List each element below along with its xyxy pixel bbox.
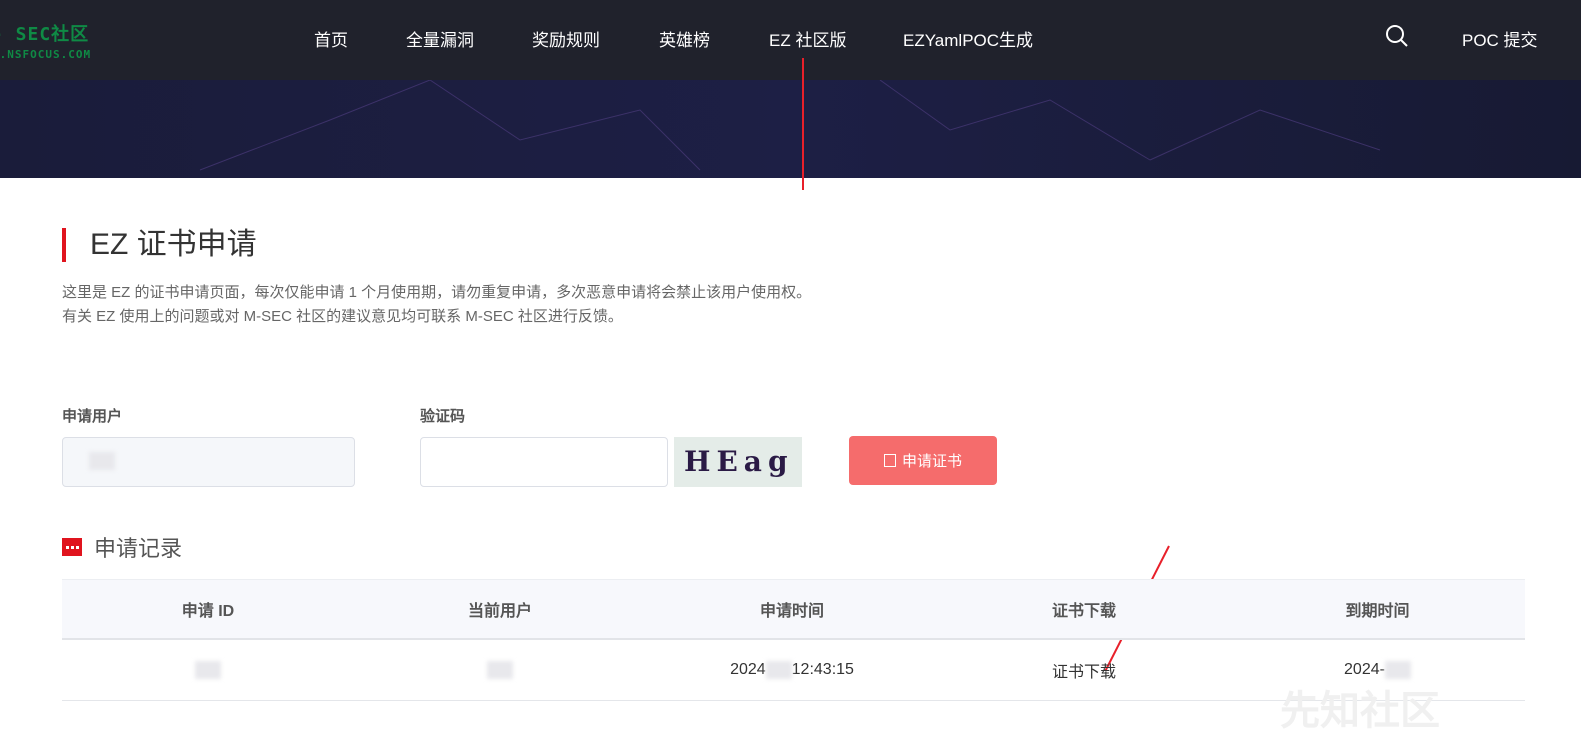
cell-user	[354, 660, 646, 679]
top-nav-bar: - SEC社区 C.NSFOCUS.COM 首页 全量漏洞 奖励规则 英雄榜 E…	[0, 0, 1581, 80]
page-description-2: 有关 EZ 使用上的问题或对 M-SEC 社区的建议意见均可联系 M-SEC 社…	[62, 308, 623, 325]
user-label: 申请用户	[62, 408, 123, 425]
banner	[0, 80, 1581, 178]
apply-certificate-button[interactable]: 申请证书	[849, 436, 997, 485]
col-expire: 到期时间	[1345, 603, 1410, 620]
nav-all-vulns[interactable]: 全量漏洞	[406, 26, 474, 51]
logo[interactable]: - SEC社区 C.NSFOCUS.COM	[0, 20, 91, 61]
cell-expire: 2024-	[1230, 660, 1525, 679]
search-icon[interactable]	[1385, 24, 1409, 48]
col-time: 申请时间	[759, 603, 824, 620]
table-header: 申请 ID 当前用户 申请时间 证书下载 到期时间	[62, 579, 1525, 640]
nav-home[interactable]: 首页	[314, 26, 348, 51]
watermark: 先知社区	[1280, 689, 1440, 733]
nav-ez-community[interactable]: EZ 社区版	[769, 26, 846, 51]
col-user: 当前用户	[467, 603, 532, 620]
certificate-download-link[interactable]: 证书下载	[938, 658, 1230, 682]
captcha-label: 验证码	[420, 408, 466, 425]
captcha-input[interactable]	[420, 437, 668, 487]
checkbox-icon	[883, 454, 896, 467]
nav-leaderboard[interactable]: 英雄榜	[659, 26, 710, 51]
captcha-image[interactable]: HEag	[674, 437, 802, 487]
poc-submit-link[interactable]: POC 提交	[1462, 26, 1538, 51]
annotation-arrow	[802, 58, 804, 190]
cell-id	[62, 660, 354, 679]
records-heading: 申请记录	[62, 531, 182, 563]
network-decoration	[199, 80, 1381, 171]
nav-ezyaml-poc[interactable]: EZYamlPOC生成	[903, 26, 1033, 51]
col-id: 申请 ID	[181, 603, 235, 620]
cell-time: 2024 12:43:15	[730, 660, 854, 679]
page-title: EZ 证书申请	[62, 228, 257, 262]
user-field	[62, 437, 355, 487]
page-description: 这里是 EZ 的证书申请页面，每次仅能申请 1 个月使用期，请勿重复申请，多次恶…	[62, 284, 812, 301]
col-download: 证书下载	[1051, 603, 1116, 620]
section-icon	[62, 538, 82, 556]
nav-reward-rules[interactable]: 奖励规则	[532, 26, 600, 51]
